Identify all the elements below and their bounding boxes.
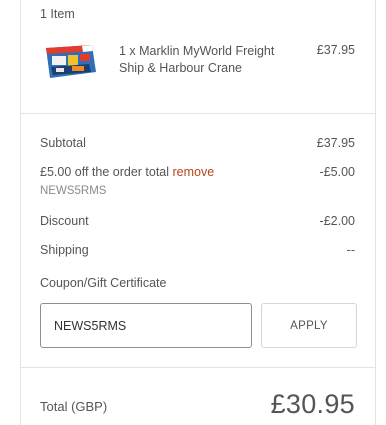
promo-value: -£5.00	[319, 165, 355, 179]
item-count: 1 Item	[40, 7, 75, 21]
product-thumbnail[interactable]	[42, 42, 98, 82]
total-label: Total (GBP)	[40, 399, 108, 414]
promo-code: NEWS5RMS	[40, 185, 107, 197]
discount-label: Discount	[40, 214, 89, 228]
shipping-label: Shipping	[40, 243, 89, 257]
product-image-icon	[46, 45, 96, 78]
shipping-value: --	[346, 243, 355, 257]
item-price: £37.95	[316, 43, 355, 57]
remove-promo-link[interactable]: remove	[173, 165, 215, 179]
item-name[interactable]: 1 x Marklin MyWorld Freight Ship & Harbo…	[119, 43, 284, 77]
promo-row: £5.00 off the order total remove	[40, 165, 214, 179]
promo-label: £5.00 off the order total	[40, 165, 170, 179]
subtotal-label: Subtotal	[40, 136, 86, 150]
coupon-input[interactable]	[40, 303, 252, 348]
coupon-label: Coupon/Gift Certificate	[40, 276, 167, 290]
apply-coupon-button[interactable]: APPLY	[261, 303, 357, 348]
total-value: £30.95	[270, 389, 355, 419]
discount-value: -£2.00	[319, 214, 355, 228]
order-summary-panel: 1 Item 1 x Marklin MyWorld Freight Ship …	[20, 0, 376, 425]
divider	[21, 367, 375, 368]
divider	[21, 113, 375, 114]
subtotal-value: £37.95	[316, 136, 355, 150]
